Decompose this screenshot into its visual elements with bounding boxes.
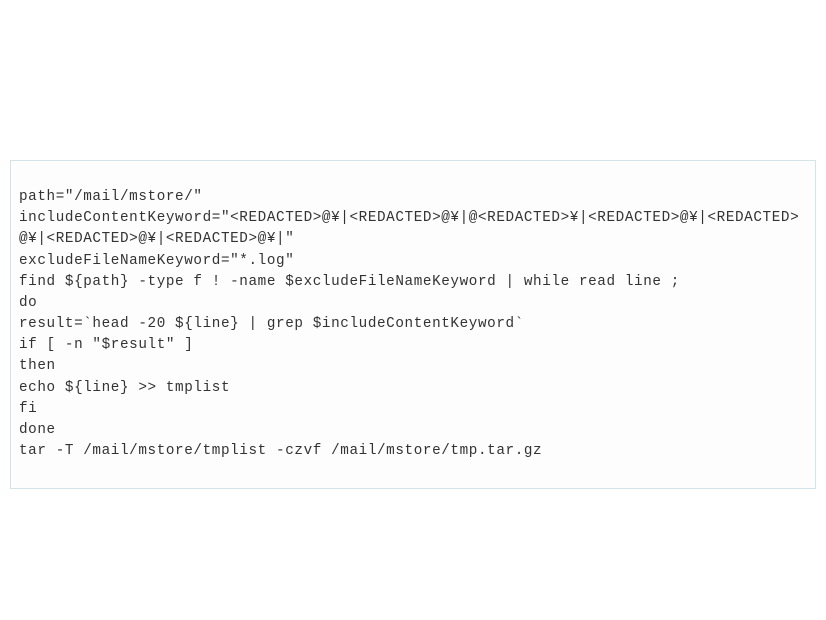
code-line: echo ${line} >> tmplist (19, 378, 807, 399)
code-line: then (19, 356, 807, 377)
code-line: excludeFileNameKeyword="*.log" (19, 251, 807, 272)
code-line: done (19, 420, 807, 441)
code-line: if [ -n "$result" ] (19, 335, 807, 356)
code-line: includeContentKeyword="<REDACTED>@¥|<RED… (19, 208, 807, 250)
code-line: do (19, 293, 807, 314)
code-block: path="/mail/mstore/"includeContentKeywor… (10, 160, 816, 489)
code-line: find ${path} -type f ! -name $excludeFil… (19, 272, 807, 293)
code-line: fi (19, 399, 807, 420)
code-line: path="/mail/mstore/" (19, 187, 807, 208)
code-line: tar -T /mail/mstore/tmplist -czvf /mail/… (19, 441, 807, 462)
code-line: result=`head -20 ${line} | grep $include… (19, 314, 807, 335)
